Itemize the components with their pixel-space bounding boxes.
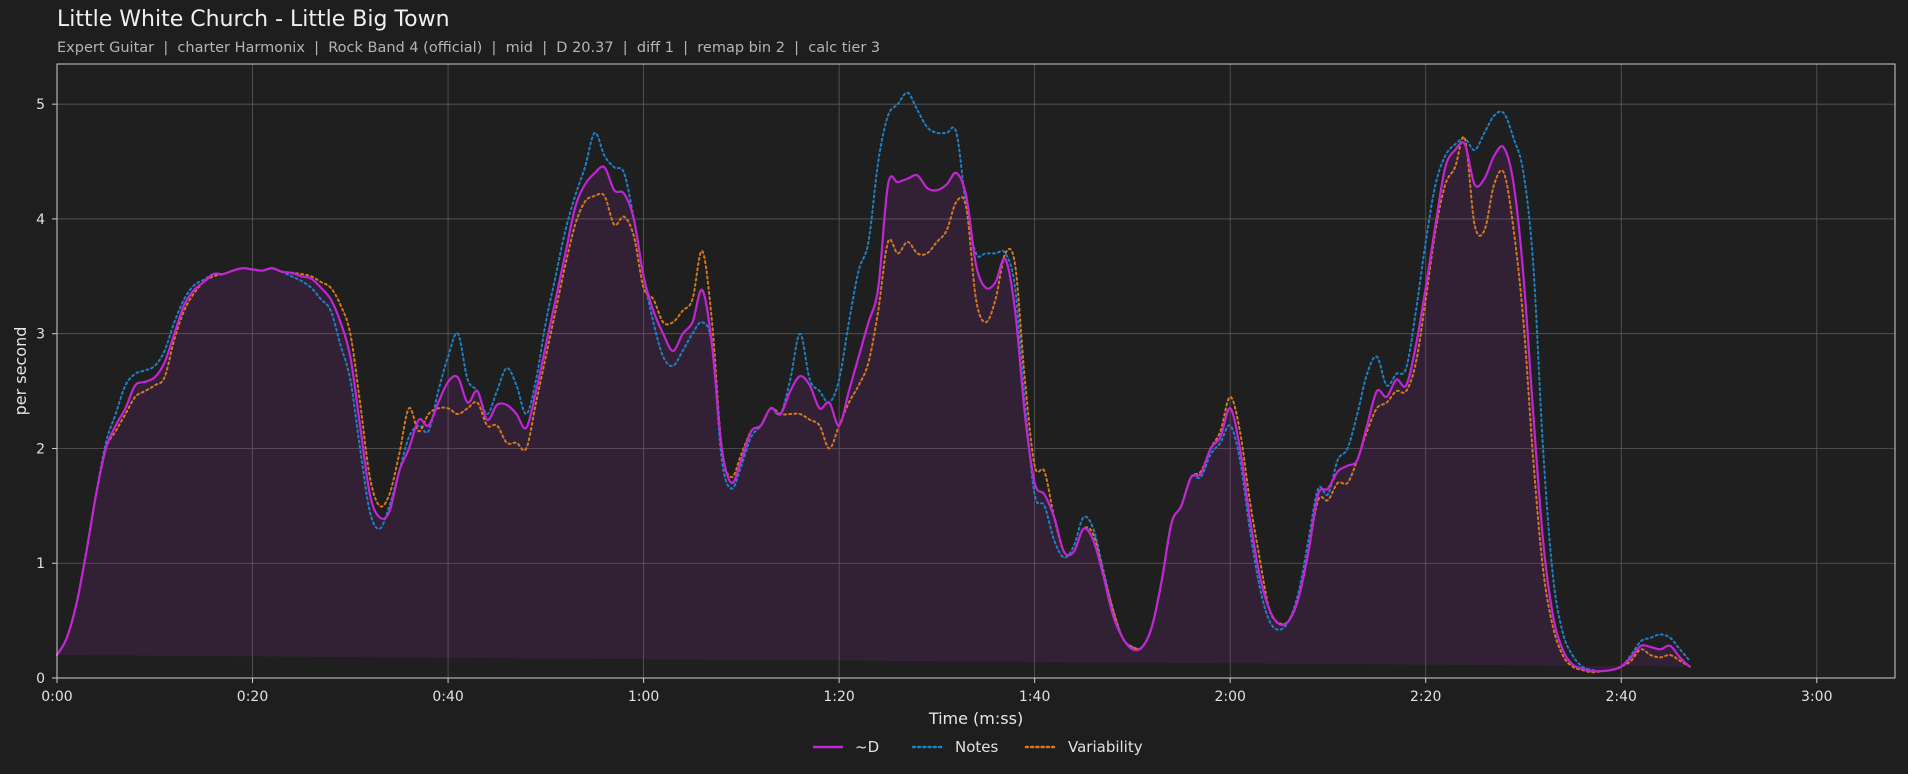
x-axis-label: Time (m:ss) (928, 709, 1023, 728)
x-axis-ticks: 0:00 0:20 0:40 1:00 1:20 1:40 2:00 2:20 2:40 3:00 (41, 678, 1833, 705)
y-tick-label: 3 (36, 327, 45, 343)
y-axis-label: per second (11, 327, 30, 416)
legend-label-notes: Notes (955, 738, 999, 756)
legend-label-d: ~D (855, 738, 879, 756)
x-tick-label: 1:20 (823, 689, 854, 705)
chart-canvas: 0:00 0:20 0:40 1:00 1:20 1:40 2:00 2:20 2:40 3:00… (11, 63, 1896, 756)
y-tick-label: 2 (36, 441, 45, 457)
legend-label-variability: Variability (1068, 738, 1143, 756)
x-tick-label: 0:20 (237, 689, 268, 705)
x-tick-label: 3:00 (1801, 689, 1832, 705)
x-tick-label: 2:40 (1606, 689, 1637, 705)
x-tick-label: 0:40 (432, 689, 463, 705)
y-tick-label: 4 (36, 212, 45, 228)
x-tick-label: 2:00 (1214, 689, 1245, 705)
y-tick-label: 1 (36, 556, 45, 572)
x-tick-label: 2:20 (1410, 689, 1441, 705)
y-tick-label: 5 (36, 97, 45, 113)
y-tick-label: 0 (36, 671, 45, 687)
legend: ~D Notes Variability (813, 738, 1143, 756)
x-tick-label: 1:40 (1019, 689, 1050, 705)
x-tick-label: 1:00 (628, 689, 659, 705)
y-axis-ticks: 0 1 2 3 4 5 (36, 97, 57, 687)
x-tick-label: 0:00 (41, 689, 72, 705)
